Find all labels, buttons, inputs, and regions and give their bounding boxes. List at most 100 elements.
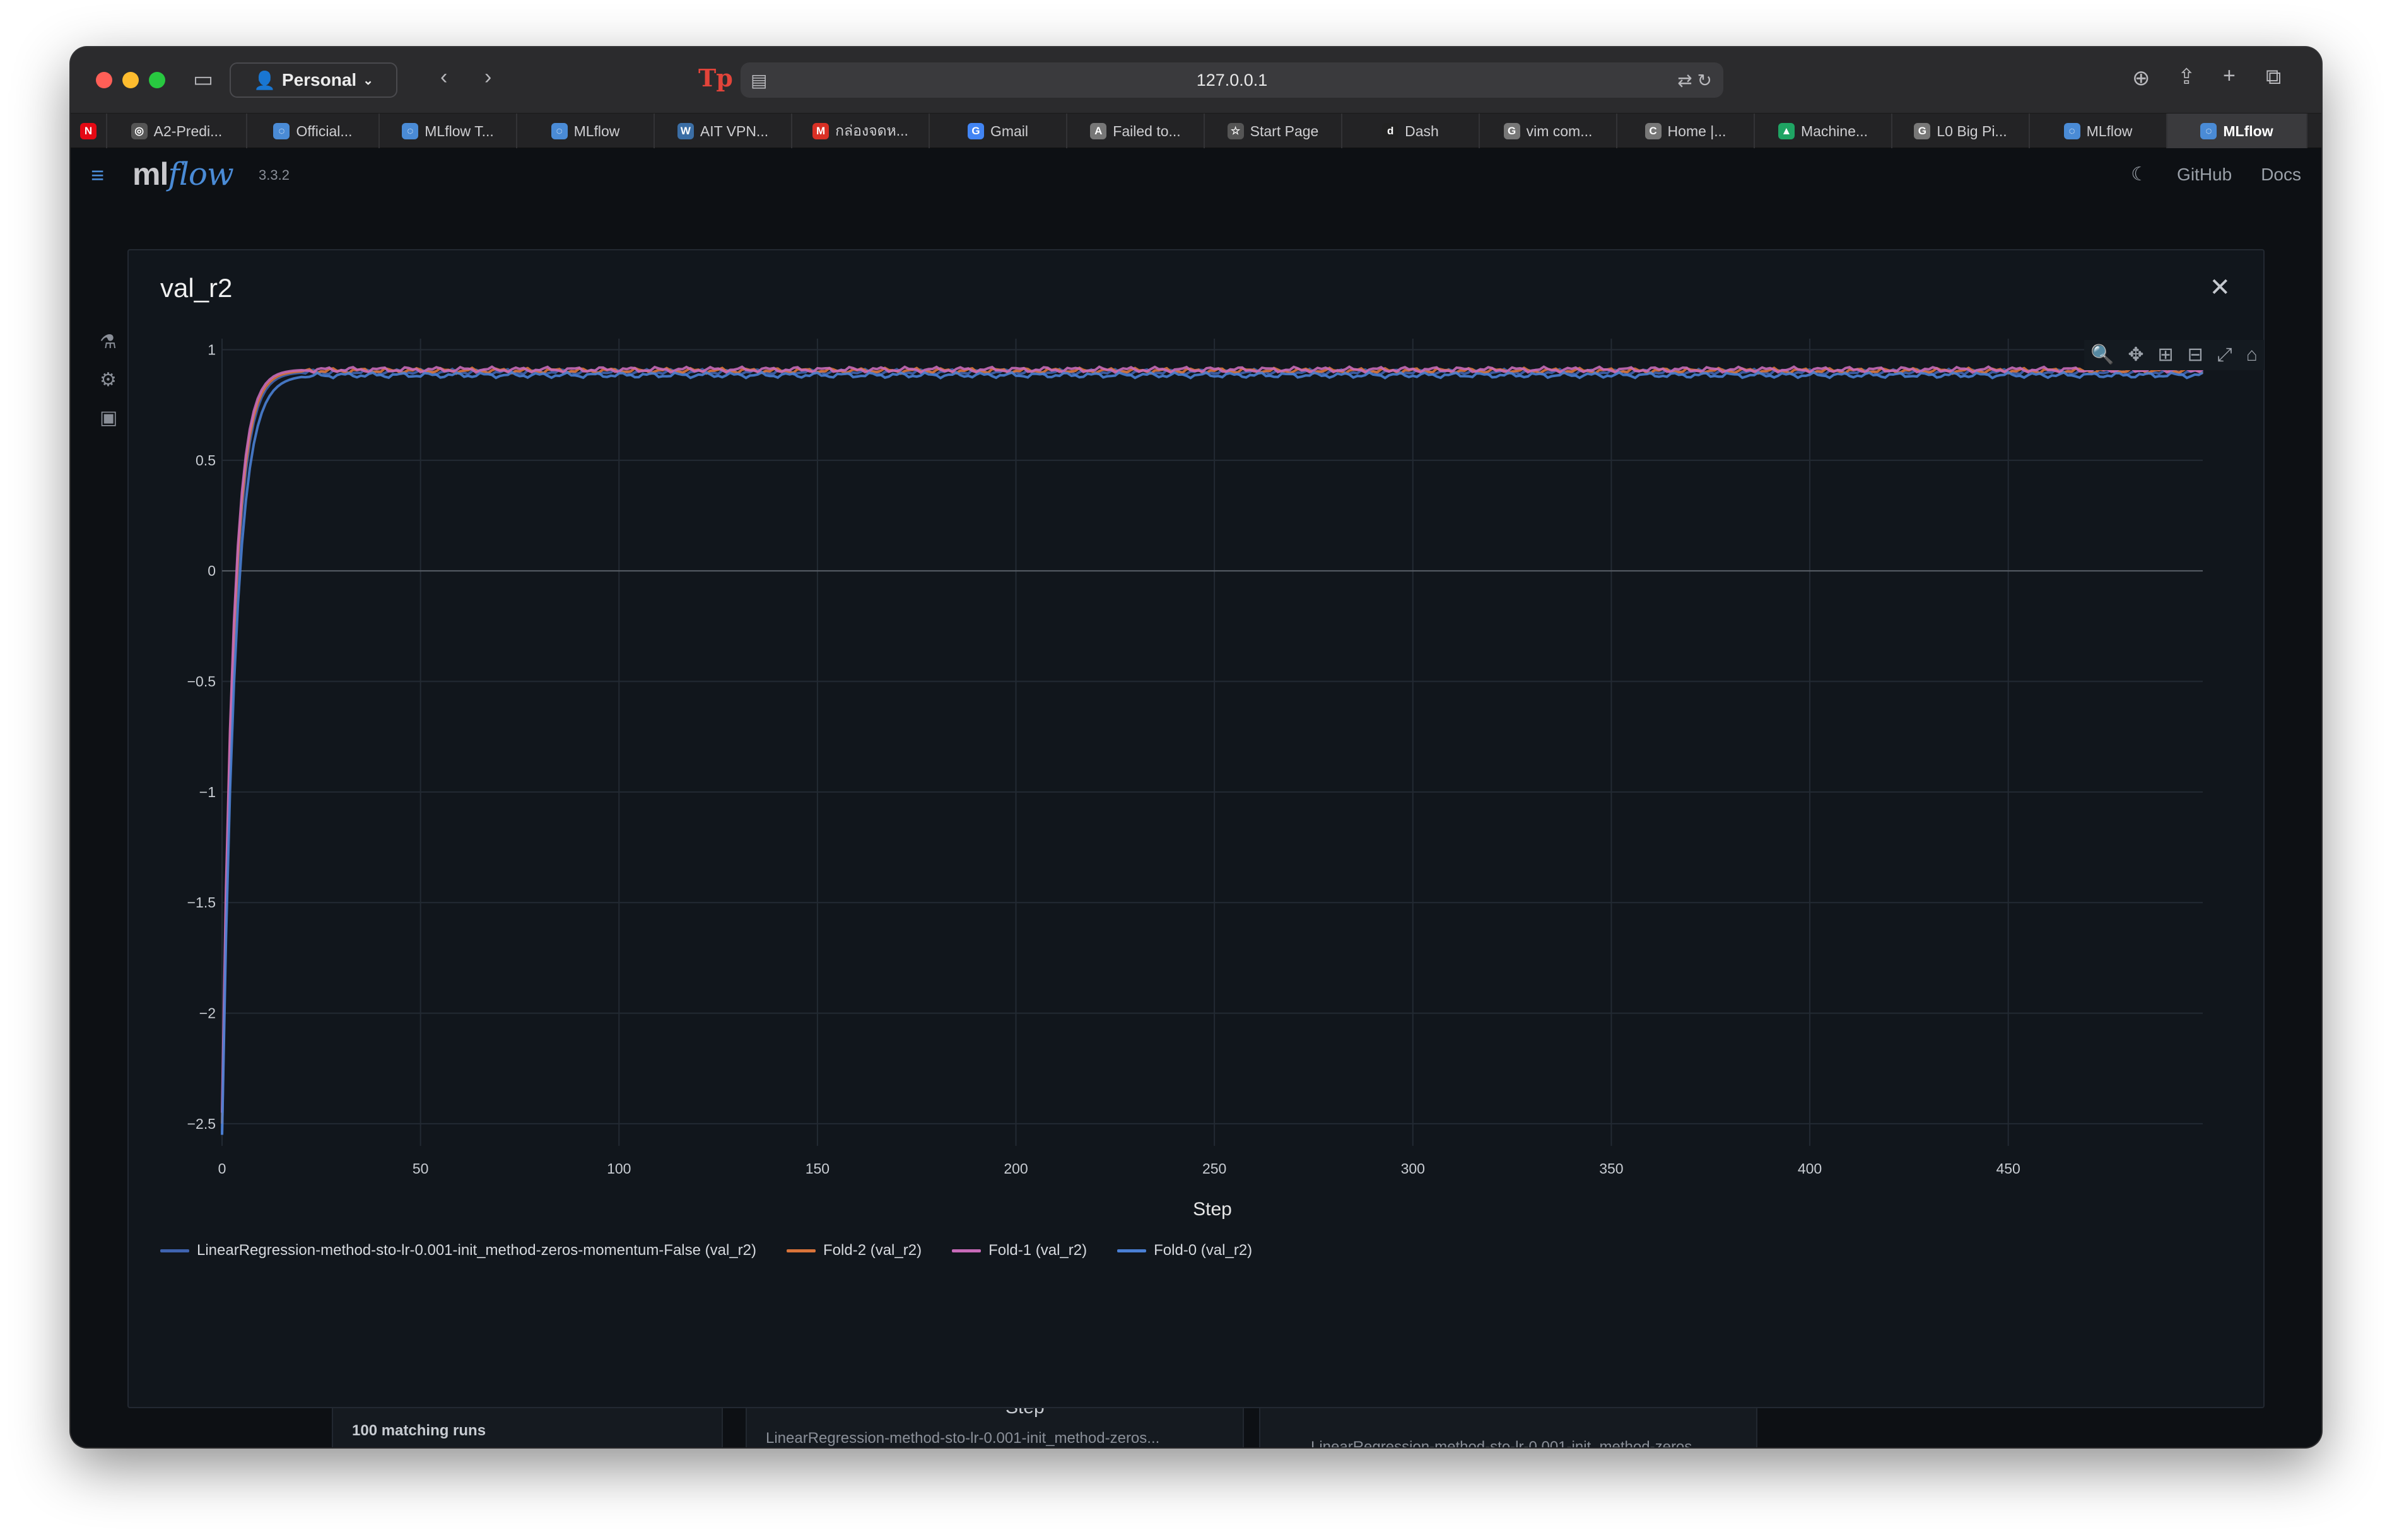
x-tick-label: 400 — [1798, 1160, 1822, 1177]
tab-label: Machine... — [1800, 122, 1868, 139]
mlflow-logo[interactable]: mlflow — [132, 156, 234, 192]
tab-favicon-icon: ◌ — [551, 123, 568, 139]
prompts-icon[interactable]: ▣ — [100, 407, 117, 429]
page-menu-icon[interactable]: ▤ — [751, 70, 767, 91]
translate-reload-icon[interactable]: ⇄ ↻ — [1677, 70, 1712, 91]
url-text: 127.0.0.1 — [1196, 70, 1268, 90]
github-link[interactable]: GitHub — [2177, 165, 2232, 185]
x-tick-label: 200 — [1004, 1160, 1028, 1177]
tab-favicon-icon: ◌ — [2063, 123, 2080, 139]
browser-tab[interactable]: ▲ Machine... — [1755, 114, 1892, 149]
y-tick-label: −1.5 — [187, 894, 216, 911]
tab-favicon-icon: C — [1644, 123, 1662, 139]
browser-tab[interactable]: ◌ MLflow — [517, 114, 655, 149]
menu-icon[interactable]: ≡ — [91, 162, 104, 189]
tab-label: L0 Big Pi... — [1937, 122, 2007, 139]
val-r2-line-chart[interactable]: 0 50 100 150 200 250 300 350 400 450 1 0.5 0 −0.5 −1 −1… — [129, 250, 2266, 1409]
share-icon[interactable]: ⇪ — [2178, 66, 2196, 88]
browser-tab[interactable]: ☆ Start Page — [1205, 114, 1342, 149]
legend-swatch — [787, 1249, 816, 1252]
browser-window: ▭ 👤 Personal ⌄ ‹ › Tp ▤ 127.0.0.1 ⇄ ↻ ⊕ … — [71, 47, 2321, 1447]
x-tick-label: 150 — [806, 1160, 830, 1177]
back-icon[interactable]: ‹ — [440, 66, 447, 88]
tab-label: Failed to... — [1113, 122, 1181, 139]
pan-icon[interactable]: ✥ — [2128, 346, 2143, 365]
browser-tab[interactable]: ◎ A2-Predi... — [107, 114, 247, 149]
zoom-out-icon[interactable]: ⊟ — [2188, 346, 2203, 365]
tab-favicon-icon: G — [1914, 123, 1931, 139]
logo-flow-text: flow — [168, 156, 233, 192]
version-label: 3.3.2 — [259, 167, 290, 183]
sidebar-toggle-icon[interactable]: ▭ — [193, 69, 213, 90]
tab-favicon-icon: d — [1382, 123, 1399, 139]
tab-favicon-icon: ◌ — [273, 123, 290, 139]
series-line[interactable] — [221, 366, 2203, 1124]
models-icon[interactable]: ⚙ — [100, 369, 117, 391]
legend-label: LinearRegression-method-sto-lr-0.001-ini… — [197, 1242, 757, 1259]
browser-titlebar: ▭ 👤 Personal ⌄ ‹ › Tp ▤ 127.0.0.1 ⇄ ↻ ⊕ … — [71, 47, 2321, 113]
legend-item[interactable]: Fold-0 (val_r2) — [1117, 1242, 1252, 1259]
legend-label: Fold-2 (val_r2) — [823, 1242, 922, 1259]
legend-item[interactable]: Fold-1 (val_r2) — [952, 1242, 1087, 1259]
y-tick-label: 1 — [208, 342, 216, 358]
x-axis-title: Step — [1193, 1199, 1232, 1220]
legend-item[interactable]: Fold-2 (val_r2) — [787, 1242, 922, 1259]
tab-favicon-icon: N — [80, 123, 97, 139]
legend-swatch — [160, 1249, 189, 1252]
docs-link[interactable]: Docs — [2261, 165, 2301, 185]
x-tick-label: 350 — [1599, 1160, 1623, 1177]
tab-label: Dash — [1405, 122, 1439, 139]
tab-label: AIT VPN... — [700, 122, 769, 139]
downloads-icon[interactable]: ⊕ — [2132, 67, 2150, 89]
y-tick-label: 0 — [208, 563, 216, 579]
browser-tab[interactable]: d Dash — [1342, 114, 1480, 149]
tab-favicon-icon: W — [677, 123, 694, 139]
browser-tab[interactable]: Gvim com... — [1480, 114, 1617, 149]
tab-favicon-icon: ▲ — [1778, 123, 1795, 139]
address-bar[interactable]: ▤ 127.0.0.1 ⇄ ↻ — [741, 62, 1723, 98]
header-links: ☾ GitHub Docs — [2131, 163, 2301, 185]
browser-tab[interactable]: M กล่องจดห... — [792, 114, 930, 149]
zoom-window-button[interactable] — [149, 72, 165, 88]
profile-button[interactable]: 👤 Personal ⌄ — [230, 62, 397, 98]
tab-favicon-icon: M — [812, 123, 830, 139]
browser-tab[interactable]: W AIT VPN... — [655, 114, 792, 149]
new-tab-icon[interactable]: + — [2223, 65, 2236, 86]
close-window-button[interactable] — [96, 72, 112, 88]
browser-tab[interactable]: A Failed to... — [1067, 114, 1205, 149]
browser-tab[interactable]: N — [71, 114, 107, 149]
y-tick-label: −0.5 — [187, 674, 216, 690]
series-line[interactable] — [221, 365, 2203, 1113]
x-tick-label: 300 — [1401, 1160, 1425, 1177]
browser-tab[interactable]: C Home |... — [1617, 114, 1755, 149]
tab-overview-icon[interactable]: ⧉ — [2266, 66, 2281, 88]
tab-bar: N ◎ A2-Predi... ◌ Official... ◌ MLflow T... ◌ ML… — [71, 113, 2321, 149]
extension-icon[interactable]: Tp — [698, 64, 733, 92]
browser-tab[interactable]: ◌ MLflow — [2030, 114, 2167, 149]
browser-tab[interactable]: ◌ MLflow T... — [380, 114, 517, 149]
background-legend-text-2: LinearRegression-method-sto-lr-0.001-ini… — [1311, 1438, 1705, 1447]
autoscale-icon[interactable]: ⤢ — [2217, 346, 2232, 365]
series-line[interactable] — [221, 367, 2204, 1135]
browser-tab[interactable]: G L0 Big Pi... — [1892, 114, 2030, 149]
reset-axes-icon[interactable]: ⌂ — [2246, 346, 2258, 365]
y-tick-label: −2.5 — [187, 1116, 216, 1132]
zoom-icon[interactable]: 🔍 — [2090, 346, 2114, 365]
tab-favicon-icon: ◌ — [402, 123, 419, 139]
legend-item[interactable]: LinearRegression-method-sto-lr-0.001-ini… — [160, 1242, 756, 1259]
series-line[interactable] — [221, 370, 2203, 1135]
minimize-window-button[interactable] — [122, 72, 139, 88]
tab-label: Gmail — [990, 122, 1029, 139]
experiments-icon[interactable]: ⚗ — [100, 331, 117, 353]
app-header: ≡ mlflow 3.3.2 ☾ GitHub Docs — [71, 148, 2321, 199]
forward-icon[interactable]: › — [484, 66, 491, 88]
dark-mode-icon[interactable]: ☾ — [2131, 163, 2148, 185]
x-tick-label: 450 — [1996, 1160, 2020, 1177]
y-tick-label: 0.5 — [196, 452, 216, 469]
tab-label: A2-Predi... — [153, 122, 223, 139]
zoom-in-icon[interactable]: ⊞ — [2158, 346, 2174, 365]
browser-tab[interactable]: ◌ MLflow — [2167, 114, 2307, 149]
browser-tab[interactable]: G Gmail — [930, 114, 1067, 149]
browser-tab[interactable]: ◌ Official... — [247, 114, 380, 149]
tab-favicon-icon: G — [1503, 123, 1520, 139]
